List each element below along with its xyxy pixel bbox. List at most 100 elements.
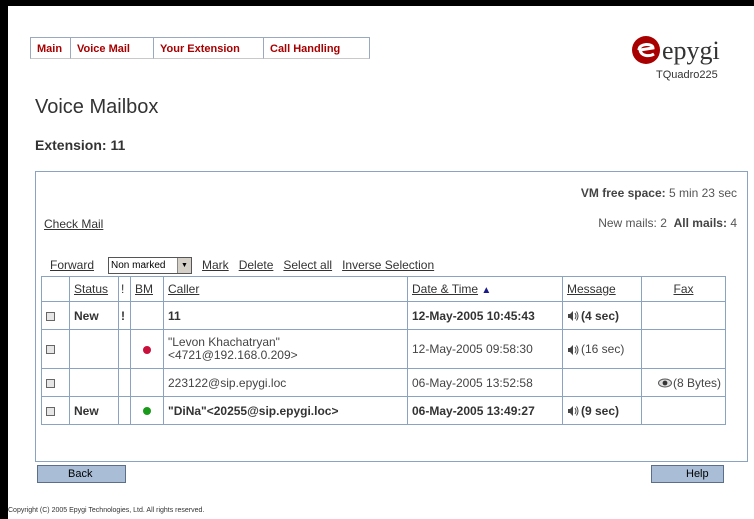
- status-cell: [69, 329, 119, 369]
- priority-cell: [118, 368, 131, 397]
- message-cell[interactable]: (16 sec): [562, 329, 642, 369]
- new-mails-label: New mails:: [598, 216, 657, 230]
- caller-cell: 223122@sip.epygi.loc: [163, 368, 408, 397]
- message-cell[interactable]: (9 sec): [562, 396, 642, 425]
- bm-cell: [130, 368, 164, 397]
- datetime-cell: 12-May-2005 09:58:30: [407, 329, 563, 369]
- priority-header-label: !: [121, 282, 125, 296]
- speaker-icon: [568, 311, 579, 322]
- status-header-label: Status: [74, 282, 109, 296]
- status-cell: [69, 368, 119, 397]
- select-all-link[interactable]: Select all: [283, 258, 332, 272]
- priority-cell: !: [118, 301, 131, 330]
- epygi-logo-mark-icon: [632, 36, 660, 64]
- chevron-down-icon: ▼: [177, 257, 192, 273]
- sort-ascending-icon: ▲: [481, 285, 492, 296]
- caller-column-header[interactable]: Caller: [163, 276, 408, 302]
- fax-cell: [641, 329, 726, 369]
- vm-free-value: 5 min 23 sec: [668, 186, 737, 200]
- table-header-row: Status ! BM Caller Date & Time ▲ Message…: [41, 276, 726, 302]
- fax-size: (8 Bytes): [672, 375, 721, 390]
- status-column-header[interactable]: Status: [69, 276, 119, 302]
- priority-cell: [118, 396, 131, 425]
- status-cell: New: [69, 396, 119, 425]
- mailbox-panel: VM free space: 5 min 23 sec New mails: 2…: [35, 171, 748, 462]
- datetime-cell: 06-May-2005 13:52:58: [407, 368, 563, 397]
- bookmark-dot-icon: [143, 345, 151, 354]
- row-checkbox-cell: [41, 329, 70, 369]
- datetime-cell: 06-May-2005 13:49:27: [407, 396, 563, 425]
- fax-cell: [641, 396, 726, 425]
- copyright-footer: Copyright (C) 2005 Epygi Technologies, L…: [8, 507, 205, 514]
- priority-cell: [118, 329, 131, 369]
- bm-cell: [130, 329, 164, 369]
- mark-select[interactable]: Non marked ▼: [108, 256, 193, 274]
- fax-cell: [641, 301, 726, 330]
- mark-select-value: Non marked: [111, 259, 166, 271]
- datetime-cell: 12-May-2005 10:45:43: [407, 301, 563, 330]
- mail-toolbar: Forward Non marked ▼ Mark Delete Select …: [50, 256, 444, 274]
- message-cell: [562, 368, 642, 397]
- tab-main[interactable]: Main: [30, 37, 71, 59]
- vm-free-label: VM free space:: [580, 186, 666, 200]
- eye-icon: [657, 378, 672, 388]
- tab-voice-mail[interactable]: Voice Mail: [71, 37, 154, 59]
- message-header-label: Message: [567, 282, 616, 296]
- bookmark-dot-icon: [143, 407, 151, 416]
- fax-column-header[interactable]: Fax: [641, 276, 726, 302]
- delete-link[interactable]: Delete: [239, 258, 274, 272]
- bm-cell: [130, 301, 164, 330]
- inverse-selection-link[interactable]: Inverse Selection: [342, 258, 434, 272]
- forward-link[interactable]: Forward: [50, 258, 94, 272]
- device-model: TQuadro225: [656, 69, 718, 81]
- bm-header-label: BM: [135, 282, 153, 296]
- epygi-logo: epygi: [630, 34, 738, 70]
- logo-text: epygi: [662, 36, 720, 65]
- message-column-header[interactable]: Message: [562, 276, 642, 302]
- message-duration: (16 sec): [581, 342, 625, 356]
- table-row[interactable]: "Levon Khachatryan"<4721@192.168.0.209> …: [41, 329, 726, 369]
- caller-header-label: Caller: [168, 282, 200, 296]
- table-row[interactable]: New "DiNa"<20255@sip.epygi.loc> 06-May-2…: [41, 396, 726, 425]
- row-checkbox-cell: [41, 396, 70, 425]
- check-mail-link[interactable]: Check Mail: [44, 217, 103, 231]
- extension-title: Extension: 11: [35, 137, 126, 153]
- tab-call-handling[interactable]: Call Handling: [264, 37, 370, 59]
- fax-cell[interactable]: (8 Bytes): [641, 368, 726, 397]
- row-checkbox[interactable]: [46, 345, 55, 355]
- table-row[interactable]: New ! 11 12-May-2005 10:45:43 (4 sec): [41, 301, 726, 330]
- message-duration: (9 sec): [581, 403, 620, 418]
- all-mails-value: 4: [730, 216, 737, 230]
- mail-table: Status ! BM Caller Date & Time ▲ Message…: [41, 276, 726, 425]
- row-checkbox-cell: [41, 301, 70, 330]
- page: Main Voice Mail Your Extension Call Hand…: [6, 6, 754, 519]
- bm-column-header[interactable]: BM: [130, 276, 164, 302]
- row-checkbox[interactable]: [46, 406, 55, 416]
- datetime-column-header[interactable]: Date & Time ▲: [407, 276, 563, 302]
- new-mails-value: 2: [660, 216, 667, 230]
- message-cell[interactable]: (4 sec): [562, 301, 642, 330]
- priority-column-header: !: [118, 276, 131, 302]
- top-nav: Main Voice Mail Your Extension Call Hand…: [30, 37, 370, 59]
- help-button[interactable]: Help: [651, 465, 724, 483]
- bm-cell: [130, 396, 164, 425]
- page-title: Voice Mailbox: [35, 96, 159, 118]
- table-row[interactable]: 223122@sip.epygi.loc 06-May-2005 13:52:5…: [41, 368, 726, 397]
- caller-cell: 11: [163, 301, 408, 330]
- row-checkbox[interactable]: [46, 378, 55, 388]
- select-column-header: [41, 276, 70, 302]
- speaker-icon: [568, 344, 579, 355]
- caller-cell: "DiNa"<20255@sip.epygi.loc>: [163, 396, 408, 425]
- row-checkbox[interactable]: [46, 311, 55, 321]
- all-mails-label: All mails:: [673, 216, 727, 230]
- mark-link[interactable]: Mark: [202, 258, 229, 272]
- back-button[interactable]: Back: [37, 465, 126, 483]
- speaker-icon: [568, 406, 579, 417]
- vm-free-space: VM free space: 5 min 23 sec: [581, 186, 737, 200]
- mail-counts: New mails: 2 All mails: 4: [598, 216, 737, 230]
- status-cell: New: [69, 301, 119, 330]
- tab-your-extension[interactable]: Your Extension: [154, 37, 264, 59]
- row-checkbox-cell: [41, 368, 70, 397]
- datetime-header-label: Date & Time: [412, 282, 479, 296]
- message-duration: (4 sec): [581, 308, 620, 323]
